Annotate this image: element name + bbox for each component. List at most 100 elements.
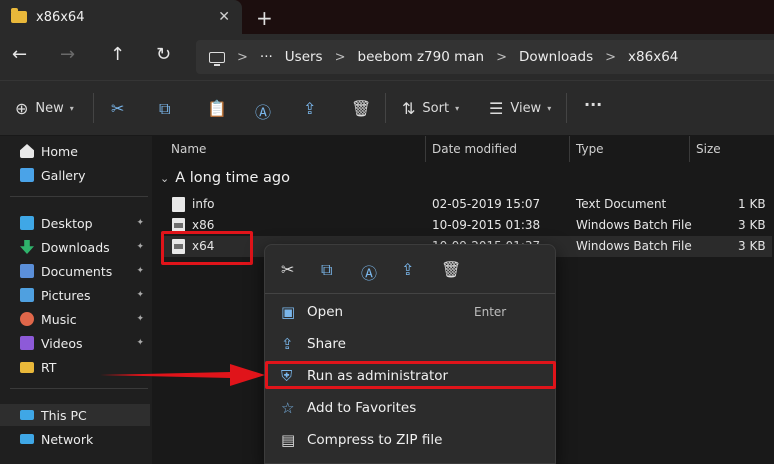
sidebar-label: Music: [41, 311, 77, 327]
breadcrumb-separator: >: [237, 49, 248, 65]
file-type: Windows Batch File: [576, 218, 692, 232]
up-button[interactable]: ↑: [110, 44, 125, 65]
pin-icon[interactable]: ✦: [136, 290, 144, 300]
gallery-icon: [20, 168, 34, 182]
sidebar-label: Desktop: [41, 215, 93, 231]
pin-icon[interactable]: ✦: [136, 266, 144, 276]
view-button[interactable]: ☰ View ▾: [489, 99, 551, 118]
pin-icon[interactable]: ✦: [136, 242, 144, 252]
new-button[interactable]: ⊕ New ▾: [15, 99, 74, 118]
paste-button[interactable]: 📋: [207, 99, 227, 118]
chevron-down-icon: ▾: [455, 104, 460, 113]
music-icon: [20, 312, 34, 326]
refresh-button[interactable]: ↻: [156, 44, 171, 65]
rename-button[interactable]: Ⓐ: [255, 99, 271, 123]
menu-item-add-to-favorites[interactable]: ☆ Add to Favorites: [265, 393, 555, 423]
breadcrumb-separator[interactable]: >: [496, 50, 507, 65]
share-icon: ⇪: [303, 99, 317, 118]
column-header-type[interactable]: Type: [576, 136, 604, 162]
breadcrumb-more[interactable]: ···: [260, 49, 273, 65]
group-label: A long time ago: [175, 170, 290, 186]
share-icon[interactable]: ⇪: [401, 260, 414, 279]
open-icon: ▣: [281, 303, 296, 321]
menu-item-compress-zip[interactable]: ▤ Compress to ZIP file: [265, 425, 555, 455]
column-divider[interactable]: [689, 136, 690, 162]
sidebar-item-desktop[interactable]: Desktop ✦: [0, 212, 150, 234]
more-icon: ···: [584, 95, 603, 114]
star-icon: ☆: [281, 399, 295, 417]
copy-button[interactable]: ⧉: [159, 99, 170, 119]
chevron-down-icon: ⌄: [160, 171, 170, 185]
trash-icon[interactable]: 🗑: [441, 260, 461, 279]
column-header-size[interactable]: Size: [696, 136, 721, 162]
pc-icon: [20, 410, 34, 420]
delete-button[interactable]: 🗑: [351, 99, 371, 118]
back-button[interactable]: ←: [12, 44, 27, 65]
cut-button[interactable]: ✂: [111, 99, 124, 118]
sidebar-label: Home: [41, 143, 78, 159]
rename-icon[interactable]: Ⓐ: [361, 260, 377, 284]
close-tab-icon[interactable]: ✕: [218, 9, 230, 25]
sidebar-item-downloads[interactable]: Downloads ✦: [0, 236, 150, 258]
toolbar-divider: [566, 93, 567, 123]
copy-icon[interactable]: ⧉: [321, 260, 332, 280]
menu-item-open[interactable]: ▣ Open Enter: [265, 297, 555, 327]
menu-divider: [265, 293, 555, 294]
pin-icon[interactable]: ✦: [136, 338, 144, 348]
breadcrumb-separator[interactable]: >: [605, 50, 616, 65]
toolbar-divider: [93, 93, 94, 123]
downloads-icon: [20, 240, 34, 254]
sidebar-item-videos[interactable]: Videos ✦: [0, 332, 150, 354]
arrow-shape: [100, 364, 265, 386]
column-header-date[interactable]: Date modified: [432, 136, 517, 162]
sidebar-item-home[interactable]: Home: [0, 140, 150, 162]
breadcrumb-user[interactable]: beebom z790 man: [358, 49, 485, 65]
pointer-arrow: [100, 364, 265, 386]
sidebar-label: Documents: [41, 263, 113, 279]
breadcrumb-users[interactable]: Users: [285, 49, 323, 65]
highlight-box-file: [161, 231, 253, 265]
command-bar: ⊕ New ▾ ✂ ⧉ 📋 Ⓐ ⇪ 🗑 ⇅ Sort ▾ ☰ View ▾ ··…: [0, 80, 774, 135]
address-bar[interactable]: > ··· Users > beebom z790 man > Download…: [196, 40, 774, 74]
file-type: Windows Batch File: [576, 239, 692, 253]
file-size: 3 KB: [738, 239, 766, 253]
breadcrumb-downloads[interactable]: Downloads: [519, 49, 593, 65]
sidebar-label: This PC: [41, 407, 87, 423]
more-options-button[interactable]: ···: [584, 95, 602, 114]
sidebar-item-network[interactable]: Network: [0, 428, 150, 450]
file-name: x86: [192, 218, 215, 232]
file-type: Text Document: [576, 197, 667, 211]
tab-x86x64[interactable]: x86x64 ✕: [0, 0, 242, 34]
new-tab-button[interactable]: +: [256, 6, 273, 30]
column-header-name[interactable]: Name: [171, 136, 206, 162]
file-row-x86[interactable]: x86 10-09-2015 01:38 Windows Batch File …: [164, 215, 772, 236]
sidebar-item-gallery[interactable]: Gallery: [0, 164, 150, 186]
column-divider[interactable]: [425, 136, 426, 162]
sidebar-item-pictures[interactable]: Pictures ✦: [0, 284, 150, 306]
menu-label: Compress to ZIP file: [307, 432, 443, 448]
pin-icon[interactable]: ✦: [136, 218, 144, 228]
navigation-pane: Home Gallery Desktop ✦ Downloads ✦ Docum…: [0, 136, 152, 464]
sort-button[interactable]: ⇅ Sort ▾: [402, 99, 459, 118]
share-button[interactable]: ⇪: [303, 99, 316, 118]
sidebar-label: Videos: [41, 335, 83, 351]
file-row-info[interactable]: info 02-05-2019 15:07 Text Document 1 KB: [164, 194, 772, 215]
scissors-icon[interactable]: ✂: [281, 260, 294, 279]
pin-icon[interactable]: ✦: [136, 314, 144, 324]
group-header[interactable]: ⌄ A long time ago: [160, 170, 290, 186]
menu-label: Add to Favorites: [307, 400, 417, 416]
sidebar-item-music[interactable]: Music ✦: [0, 308, 150, 330]
sidebar-item-this-pc[interactable]: This PC: [0, 404, 150, 426]
file-name: info: [192, 197, 215, 211]
forward-button[interactable]: →: [60, 44, 75, 65]
menu-item-share[interactable]: ⇪ Share: [265, 329, 555, 359]
file-size: 1 KB: [738, 197, 766, 211]
column-divider[interactable]: [569, 136, 570, 162]
sidebar-item-documents[interactable]: Documents ✦: [0, 260, 150, 282]
chevron-down-icon: ▾: [69, 104, 74, 113]
breadcrumb-current[interactable]: x86x64: [628, 49, 678, 65]
text-document-icon: [172, 197, 185, 212]
paste-icon: 📋: [207, 99, 227, 118]
breadcrumb-separator[interactable]: >: [335, 50, 346, 65]
sidebar-label: Downloads: [41, 239, 110, 255]
